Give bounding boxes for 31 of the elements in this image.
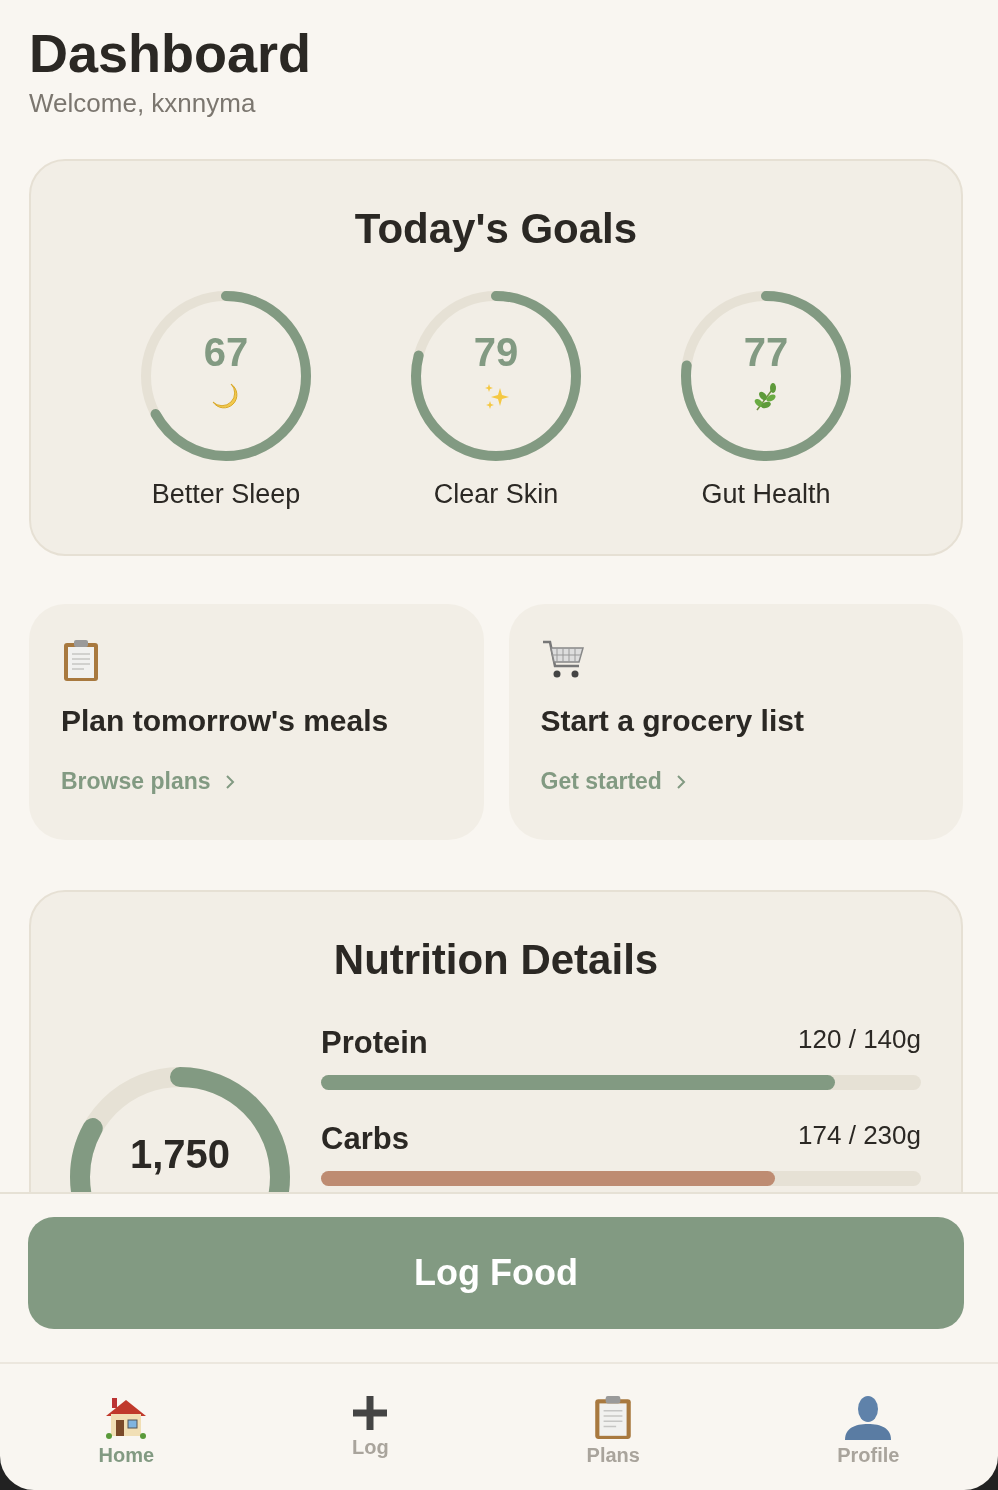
welcome-text: Welcome, kxnnyma <box>29 88 257 119</box>
chevron-icon <box>675 773 686 790</box>
chevron-icon <box>224 773 235 790</box>
plus-icon <box>351 1394 390 1432</box>
nav-tab[interactable]: Profile <box>829 1390 908 1471</box>
nav-tab[interactable]: Log <box>343 1390 398 1463</box>
goal-label: Clear Skin <box>433 479 559 510</box>
goal-score: 67 <box>203 330 249 374</box>
macro-name: Carbs <box>321 1121 409 1157</box>
nutrition-title: Nutrition Details <box>332 936 660 984</box>
goal-label: Better Sleep <box>151 479 301 510</box>
macro-reading: 120 / 140g <box>798 1024 921 1056</box>
clipboard-icon <box>61 638 101 682</box>
action-link[interactable]: Browse plans <box>61 768 211 795</box>
macro-name: Protein <box>321 1025 428 1061</box>
goal-score: 79 <box>473 330 519 374</box>
macro-reading: 174 / 230g <box>798 1120 921 1152</box>
nav-tab[interactable]: Home <box>90 1390 163 1471</box>
nav-tab[interactable]: Plans <box>578 1390 648 1471</box>
goal-label: Gut Health <box>701 479 831 510</box>
action-title: Start a grocery list <box>540 704 804 738</box>
log-food-button[interactable]: Log Food <box>28 1217 964 1329</box>
action-card[interactable]: Plan tomorrow's meals Browse plans <box>29 604 484 840</box>
action-link[interactable]: Get started <box>540 768 662 795</box>
action-card[interactable]: Start a grocery list Get started <box>508 604 963 840</box>
goal-score: 77 <box>743 330 789 374</box>
page-title: Dashboard <box>29 24 313 82</box>
person-icon <box>843 1394 894 1440</box>
action-title: Plan tomorrow's meals <box>61 704 389 738</box>
calorie-count: 1,750 <box>128 1132 232 1177</box>
goals-title: Today's Goals <box>353 205 639 253</box>
